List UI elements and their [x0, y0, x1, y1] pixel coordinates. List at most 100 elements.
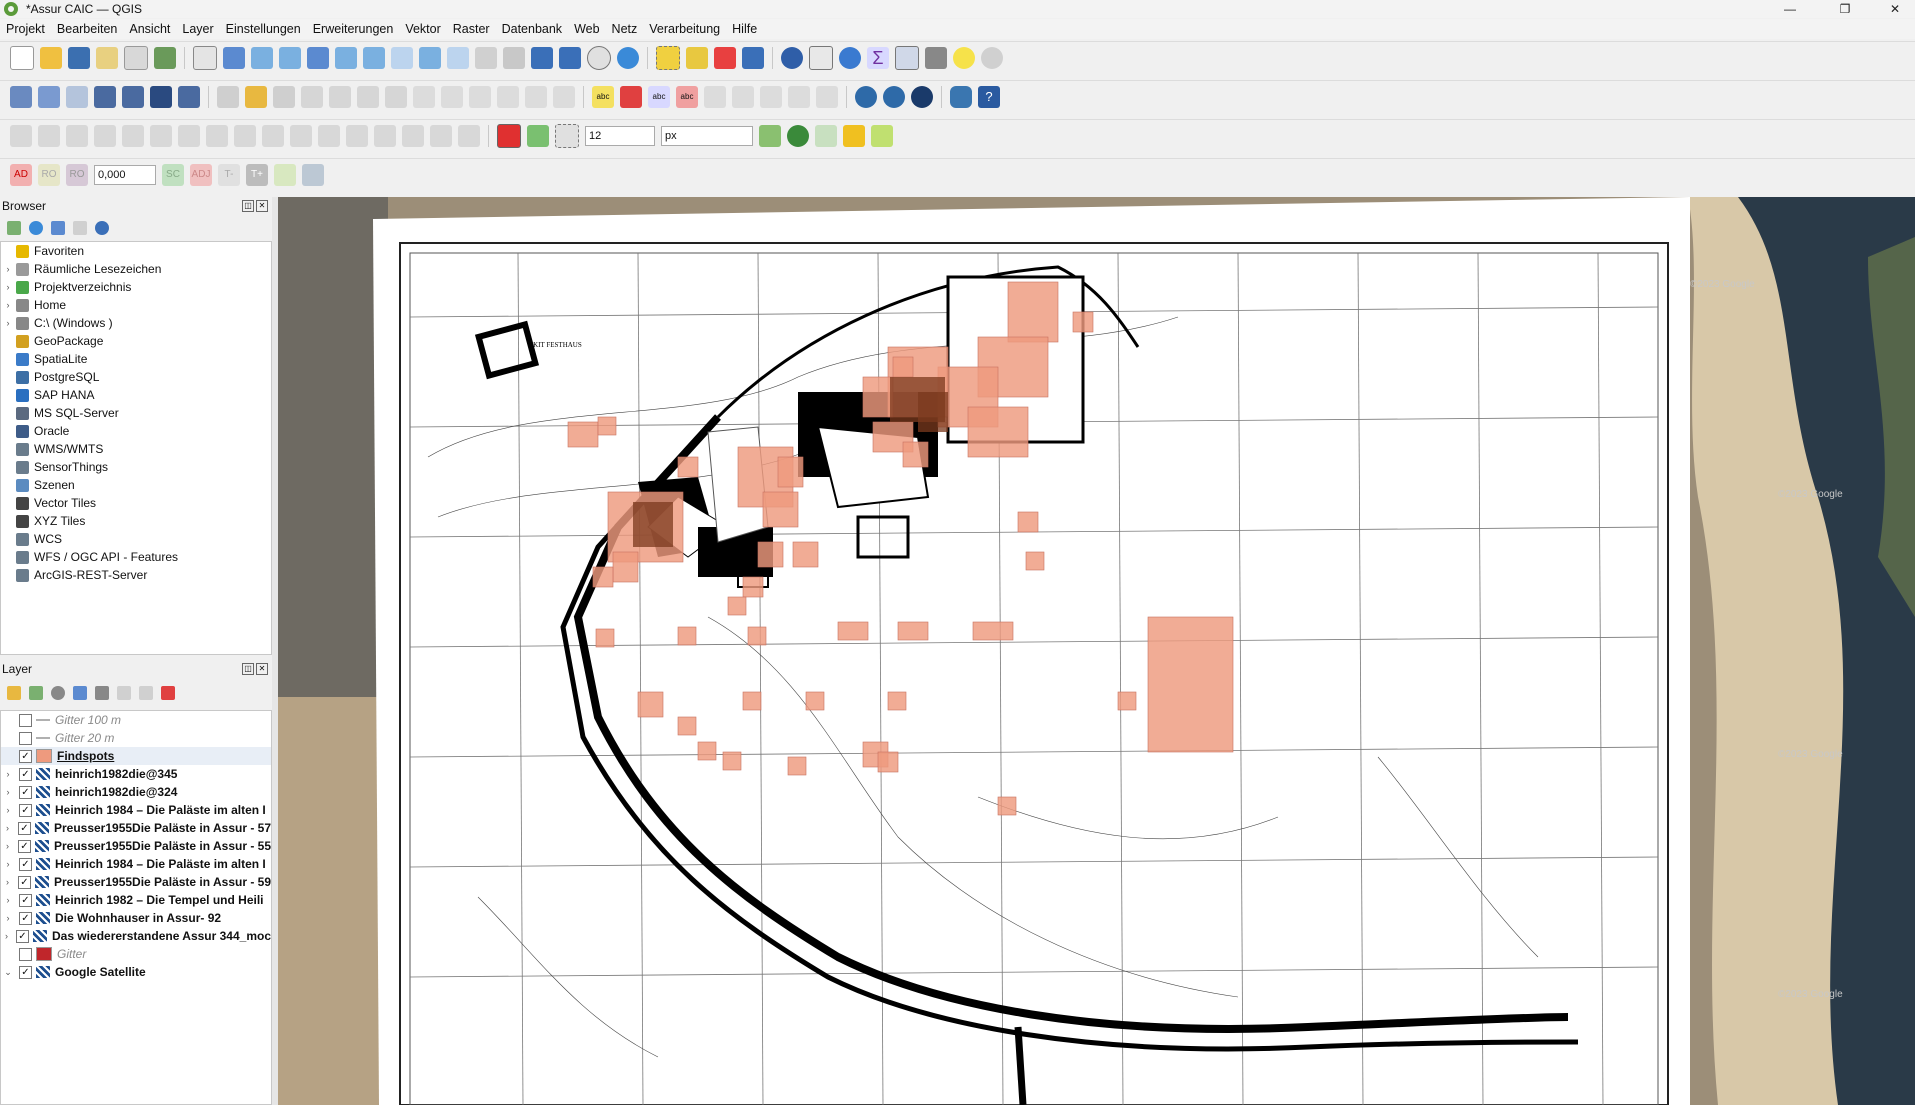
- close-panel-icon[interactable]: ✕: [256, 200, 268, 212]
- layer-item[interactable]: ✓ Findspots: [1, 747, 271, 765]
- parallel-mode-icon[interactable]: RO: [66, 164, 88, 186]
- processing-toolbox-icon[interactable]: [839, 47, 861, 69]
- adj-mode-icon[interactable]: ADJ: [190, 164, 212, 186]
- identify-icon[interactable]: [781, 47, 803, 69]
- add-ring-icon[interactable]: [38, 125, 60, 147]
- layer-item[interactable]: › ✓ heinrich1982die@345: [1, 765, 271, 783]
- browser-item[interactable]: SpatiaLite: [1, 350, 271, 368]
- layer-visibility-checkbox[interactable]: ✓: [19, 965, 32, 979]
- add-wfs-icon[interactable]: [150, 86, 172, 108]
- snap-tolerance-input[interactable]: 12: [585, 126, 655, 146]
- refresh-icon[interactable]: [617, 47, 639, 69]
- browser-item[interactable]: SensorThings: [1, 458, 271, 476]
- zoom-to-layer-icon[interactable]: [363, 47, 385, 69]
- add-part-icon[interactable]: [66, 125, 88, 147]
- snapping-on-intersection-icon[interactable]: [787, 125, 809, 147]
- layer-item[interactable]: › ✓ Heinrich 1984 – Die Paläste im alten I: [1, 855, 271, 873]
- menu-hilfe[interactable]: Hilfe: [726, 22, 763, 36]
- tracing-icon[interactable]: [843, 125, 865, 147]
- angle-input[interactable]: 0,000: [94, 165, 156, 185]
- browser-item[interactable]: Oracle: [1, 422, 271, 440]
- open-project-icon[interactable]: [40, 47, 62, 69]
- zoom-last-icon[interactable]: [419, 47, 441, 69]
- snapping-type-icon[interactable]: [527, 125, 549, 147]
- new-map-view-icon[interactable]: [475, 47, 497, 69]
- browser-item[interactable]: › Räumliche Lesezeichen: [1, 260, 271, 278]
- expand-arrow-icon[interactable]: ›: [3, 805, 13, 815]
- avoid-overlap-icon[interactable]: [815, 125, 837, 147]
- open-layer-styling-icon[interactable]: [7, 686, 21, 700]
- expand-arrow-icon[interactable]: ›: [3, 895, 13, 905]
- save-project-icon[interactable]: [68, 47, 90, 69]
- split-features-icon[interactable]: [10, 125, 32, 147]
- expand-arrow-icon[interactable]: ›: [3, 931, 10, 941]
- simplify-icon[interactable]: [346, 125, 368, 147]
- delete-part-icon[interactable]: [150, 125, 172, 147]
- zoom-full-icon[interactable]: [307, 47, 329, 69]
- menu-web[interactable]: Web: [568, 22, 605, 36]
- layer-item[interactable]: Gitter 20 m: [1, 729, 271, 747]
- new-layer-icon[interactable]: [178, 86, 200, 108]
- style-manager-icon[interactable]: [154, 47, 176, 69]
- menu-netz[interactable]: Netz: [606, 22, 644, 36]
- layer-item[interactable]: ⌄ ✓ Google Satellite: [1, 963, 271, 981]
- expand-arrow-icon[interactable]: ⌄: [3, 967, 13, 978]
- snap-unit-select[interactable]: px: [661, 126, 753, 146]
- browser-item[interactable]: › C:\ (Windows ): [1, 314, 271, 332]
- save-edits-icon[interactable]: [273, 86, 295, 108]
- rotate-label-icon[interactable]: [788, 86, 810, 108]
- advanced-digitize-icon[interactable]: AD: [10, 164, 32, 186]
- vertex-tool-icon[interactable]: [357, 86, 379, 108]
- expand-arrow-icon[interactable]: ›: [3, 913, 13, 923]
- layer-item[interactable]: › ✓ Heinrich 1984 – Die Paläste im alten I: [1, 801, 271, 819]
- undock-icon[interactable]: ◫: [242, 663, 254, 675]
- label-toolbar-icon[interactable]: abc: [592, 86, 614, 108]
- zoom-in-icon[interactable]: [251, 47, 273, 69]
- t-minus-icon[interactable]: T-: [218, 164, 240, 186]
- menu-layer[interactable]: Layer: [176, 22, 219, 36]
- highlight-pinned-labels-icon[interactable]: abc: [648, 86, 670, 108]
- expand-arrow-icon[interactable]: ›: [3, 877, 12, 887]
- layer-visibility-checkbox[interactable]: ✓: [19, 803, 32, 817]
- locator-icon[interactable]: [981, 47, 1003, 69]
- layer-visibility-checkbox[interactable]: ✓: [19, 857, 32, 871]
- layer-visibility-checkbox[interactable]: ✓: [17, 821, 31, 835]
- select-by-location-icon[interactable]: [742, 47, 764, 69]
- refresh-browser-icon[interactable]: [29, 221, 43, 235]
- layer-item[interactable]: › ✓ Das wiedererstandene Assur 344_moc: [1, 927, 271, 945]
- cut-features-icon[interactable]: [441, 86, 463, 108]
- close-button[interactable]: ✕: [1875, 0, 1915, 18]
- layer-item[interactable]: › ✓ Die Wohnhauser in Assur- 92: [1, 909, 271, 927]
- self-snapping-icon[interactable]: [871, 125, 893, 147]
- merge-attributes-icon[interactable]: [290, 125, 312, 147]
- layer-visibility-checkbox[interactable]: ✓: [16, 929, 29, 943]
- floater-icon[interactable]: [274, 164, 296, 186]
- zoom-out-icon[interactable]: [279, 47, 301, 69]
- add-group-icon[interactable]: [29, 686, 43, 700]
- add-raster-layer-icon[interactable]: [38, 86, 60, 108]
- filter-by-expression-icon[interactable]: [95, 686, 109, 700]
- python-console-icon[interactable]: [950, 86, 972, 108]
- properties-widget-icon[interactable]: [95, 221, 109, 235]
- new-3d-map-view-icon[interactable]: [503, 47, 525, 69]
- georeferencer-icon[interactable]: [911, 86, 933, 108]
- browser-item[interactable]: Szenen: [1, 476, 271, 494]
- split-parts-icon[interactable]: [234, 125, 256, 147]
- expand-all-icon[interactable]: [117, 686, 131, 700]
- browser-item[interactable]: GeoPackage: [1, 332, 271, 350]
- select-features-icon[interactable]: [656, 46, 680, 70]
- map-tips-icon[interactable]: [953, 47, 975, 69]
- browser-item[interactable]: WMS/WMTS: [1, 440, 271, 458]
- delete-ring-icon[interactable]: [122, 125, 144, 147]
- help-icon[interactable]: ?: [978, 86, 1000, 108]
- t-plus-icon[interactable]: T+: [246, 164, 268, 186]
- minimize-button[interactable]: —: [1770, 0, 1810, 18]
- menu-bearbeiten[interactable]: Bearbeiten: [51, 22, 123, 36]
- map-styling-icon[interactable]: [302, 164, 324, 186]
- pin-labels-icon[interactable]: [704, 86, 726, 108]
- layer-visibility-checkbox[interactable]: [19, 713, 32, 727]
- add-selected-layers-icon[interactable]: [7, 221, 21, 235]
- menu-vektor[interactable]: Vektor: [399, 22, 446, 36]
- layer-visibility-checkbox[interactable]: ✓: [17, 875, 31, 889]
- menu-verarbeitung[interactable]: Verarbeitung: [643, 22, 726, 36]
